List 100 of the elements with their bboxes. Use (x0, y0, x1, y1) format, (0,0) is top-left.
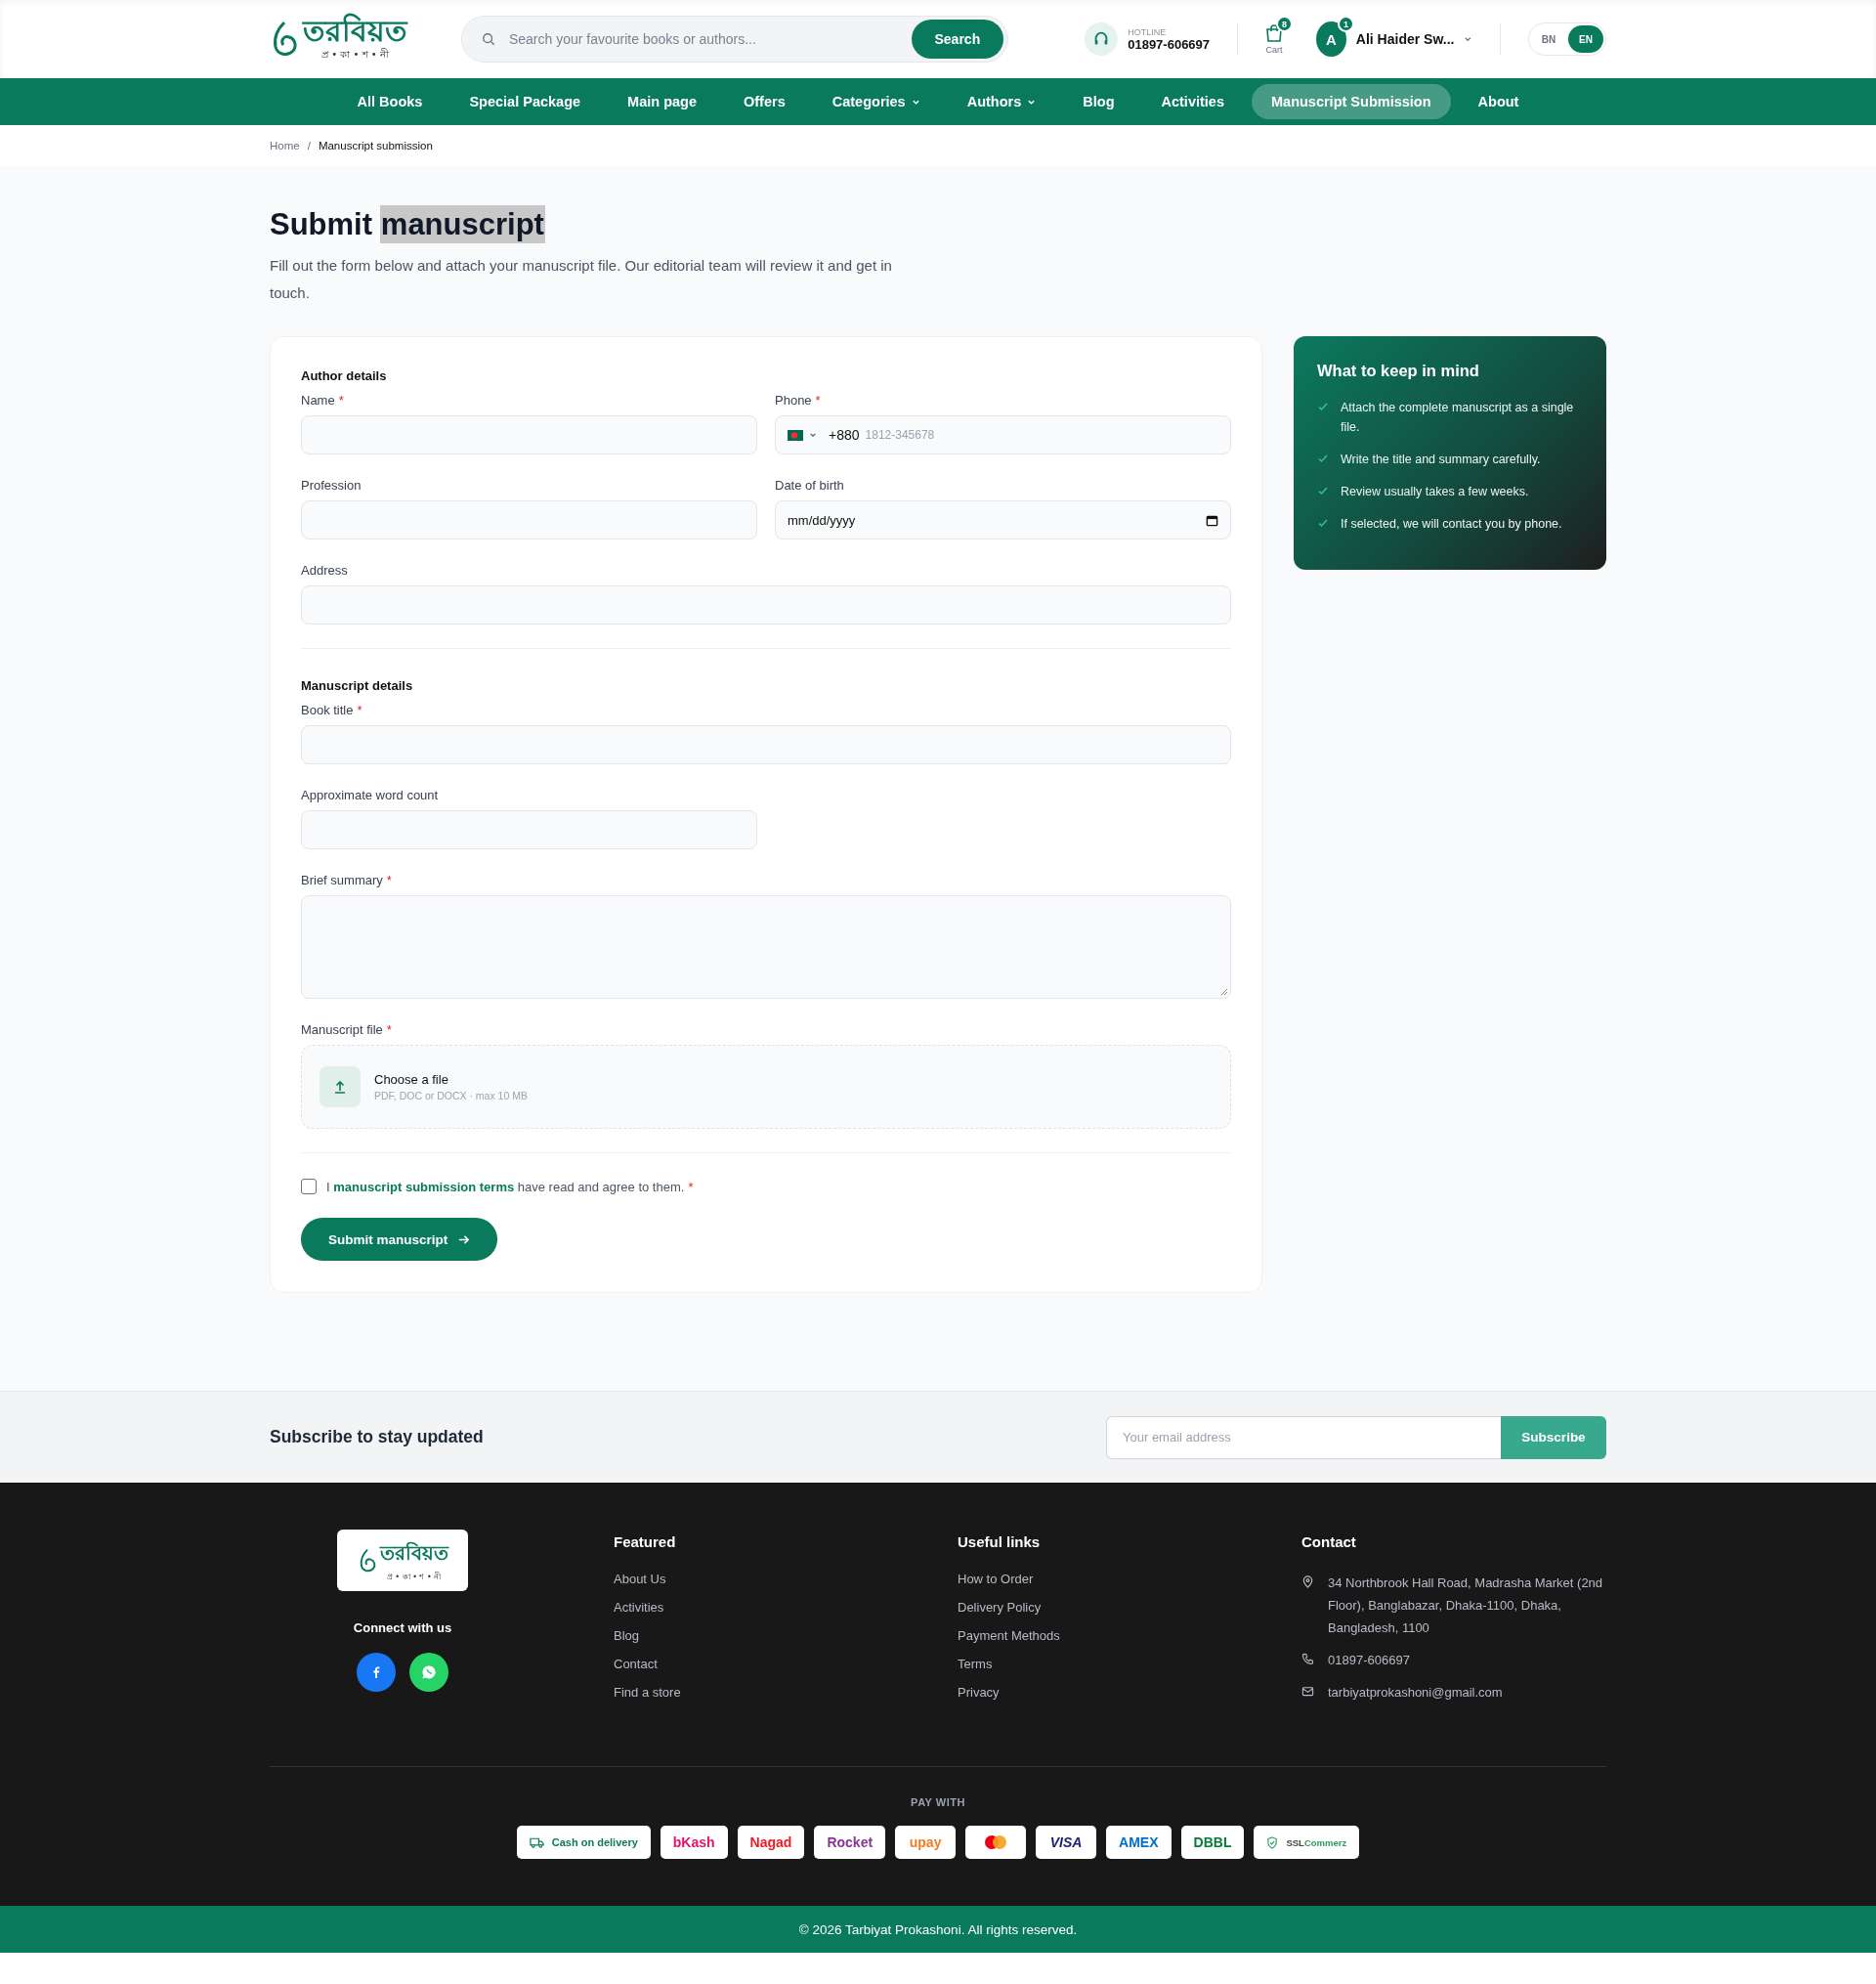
tip-text: Write the title and summary carefully. (1341, 452, 1541, 468)
nav-item[interactable]: Offers (724, 84, 805, 119)
input-field[interactable] (301, 415, 757, 454)
footer-link[interactable]: Activities (614, 1600, 958, 1615)
cart-label: Cart (1265, 45, 1283, 55)
flag-icon (788, 429, 803, 441)
logo-name: তরবিয়ত (379, 1539, 448, 1567)
input-field[interactable] (301, 725, 1231, 764)
input-field[interactable] (301, 810, 757, 849)
hotline-number: 01897-606697 (1128, 36, 1211, 52)
shopping-bag-icon (1265, 23, 1284, 43)
footer-link[interactable]: How to Order (958, 1572, 1301, 1586)
calendar-icon (1206, 513, 1218, 527)
cart-count-badge: 8 (1276, 16, 1294, 32)
page-description: Fill out the form below and attach your manuscript file. Our editorial team will review it and get in touch. (270, 256, 893, 303)
nav-item[interactable]: Authors (947, 84, 1056, 119)
search-field[interactable]: Search your favourite books or authors... Search (460, 16, 1009, 63)
breadcrumb-link[interactable]: Home (270, 140, 300, 151)
footer-link[interactable]: Blog (614, 1628, 958, 1643)
footer-heading: Featured (614, 1533, 677, 1550)
hotline-label: HOTLINE (1128, 26, 1168, 37)
user-menu[interactable]: A 1 Ali Haider Sw... (1316, 22, 1473, 57)
facebook-icon[interactable] (357, 1653, 396, 1692)
nav-item[interactable]: About (1458, 84, 1539, 119)
input-field[interactable] (301, 585, 1231, 625)
logo-name: তরবিয়ত (303, 15, 407, 47)
field-label: Brief summary * (301, 873, 393, 887)
field-label: Profession (301, 478, 362, 493)
footer-link[interactable]: Terms (958, 1657, 1301, 1671)
phone-icon (1301, 1653, 1314, 1665)
search-icon (481, 32, 495, 46)
terms-link[interactable]: manuscript submission terms (333, 1179, 515, 1194)
footer-link[interactable]: Privacy (958, 1685, 1301, 1700)
input-field[interactable] (301, 500, 757, 539)
phone-field[interactable]: +880 1812-345678 (775, 415, 1231, 454)
map-pin-icon (1301, 1575, 1314, 1588)
chevron-down-icon (809, 431, 817, 439)
footer-link[interactable]: Contact (614, 1657, 958, 1671)
email-field[interactable]: Your email address (1106, 1415, 1501, 1459)
footer-link[interactable]: Find a store (614, 1685, 958, 1700)
file-hint: PDF, DOC or DOCX · max 10 MB (374, 1090, 528, 1101)
shield-check-icon (1266, 1835, 1279, 1849)
field-label: Name * (301, 393, 345, 408)
payment-label: AMEX (1119, 1834, 1159, 1850)
mail-icon (1301, 1685, 1314, 1698)
date-field[interactable]: mm/dd/yyyy (775, 500, 1231, 539)
tips-title: What to keep in mind (1317, 362, 1480, 380)
nav-item[interactable]: Blog (1063, 84, 1134, 119)
notification-badge: 1 (1338, 16, 1355, 32)
mastercard-icon (983, 1834, 1009, 1850)
contact-text: 01897-606697 (1328, 1652, 1411, 1669)
payment-label: bKash (672, 1834, 715, 1850)
contact-text: tarbiyatprokashoni@gmail.com (1328, 1684, 1504, 1702)
field-label: Address (301, 563, 349, 578)
logo-tagline: প্র • কা • শ • নী (321, 47, 389, 62)
file-title: Choose a file (374, 1072, 449, 1087)
textarea-field[interactable] (301, 895, 1231, 999)
payment-label: Nagad (749, 1834, 792, 1850)
footer-link[interactable]: Payment Methods (958, 1628, 1301, 1643)
field-label: Phone * (775, 393, 822, 408)
nav-item[interactable]: Manuscript Submission (1252, 84, 1451, 119)
check-icon (1317, 517, 1329, 529)
nav-item[interactable]: Activities (1141, 84, 1244, 119)
subscribe-button[interactable]: Subscribe (1501, 1415, 1606, 1459)
section-heading: Manuscript details (301, 678, 414, 693)
tip-text: Review usually takes a few weeks. (1341, 484, 1529, 500)
footer-heading: Useful links (958, 1533, 1042, 1550)
whatsapp-icon[interactable] (409, 1653, 448, 1692)
subscribe-title: Subscribe to stay updated (270, 1427, 484, 1447)
footer-logo[interactable]: তরবিয়ত প্র • কা • শ • নী (337, 1530, 468, 1591)
field-label: Book title * (301, 703, 363, 717)
breadcrumb-link[interactable]: Manuscript submission (318, 140, 433, 151)
payment-label: Cash on delivery (551, 1836, 638, 1848)
nav-item[interactable]: All Books (337, 84, 443, 119)
submit-button[interactable]: Submit manuscript (301, 1218, 498, 1261)
breadcrumb-separator: / (307, 140, 311, 151)
copyright-text: © 2026 Tarbiyat Prokashoni. All rights reserved. (798, 1921, 1078, 1937)
payment-label: DBBL (1193, 1834, 1232, 1850)
nav-item[interactable]: Categories (812, 84, 940, 119)
agreement-text: I manuscript submission terms have read and agree to them. * (326, 1179, 694, 1194)
language-option[interactable]: BN (1531, 25, 1566, 53)
tip-text: If selected, we will contact you by phone. (1341, 516, 1562, 533)
logo[interactable]: তরবিয়ত প্র • কা • শ • নী (270, 15, 430, 64)
payment-label: SSLCommerz (1286, 1836, 1347, 1848)
nav-item[interactable]: Special Package (449, 84, 601, 119)
contact-text: 34 Northbrook Hall Road, Madrasha Market (2nd Floor), Banglabazar, Dhaka-1100, Dhaka, Bangladesh, 1100 (1328, 1574, 1604, 1637)
nav-item[interactable]: Main page (608, 84, 716, 119)
file-dropzone[interactable]: Choose a file PDF, DOC or DOCX · max 10 MB (301, 1045, 1231, 1129)
checkbox[interactable] (301, 1179, 317, 1194)
chevron-down-icon (1464, 34, 1473, 44)
field-label: Date of birth (775, 478, 845, 493)
resize-handle-icon (1220, 988, 1228, 996)
check-icon (1317, 453, 1329, 464)
connect-heading: Connect with us (353, 1620, 452, 1635)
section-heading: Author details (301, 368, 388, 383)
language-option[interactable]: EN (1568, 25, 1603, 53)
headset-icon (1085, 22, 1119, 56)
footer-link[interactable]: About Us (614, 1572, 958, 1586)
footer-link[interactable]: Delivery Policy (958, 1600, 1301, 1615)
search-button[interactable]: Search (911, 20, 1004, 59)
